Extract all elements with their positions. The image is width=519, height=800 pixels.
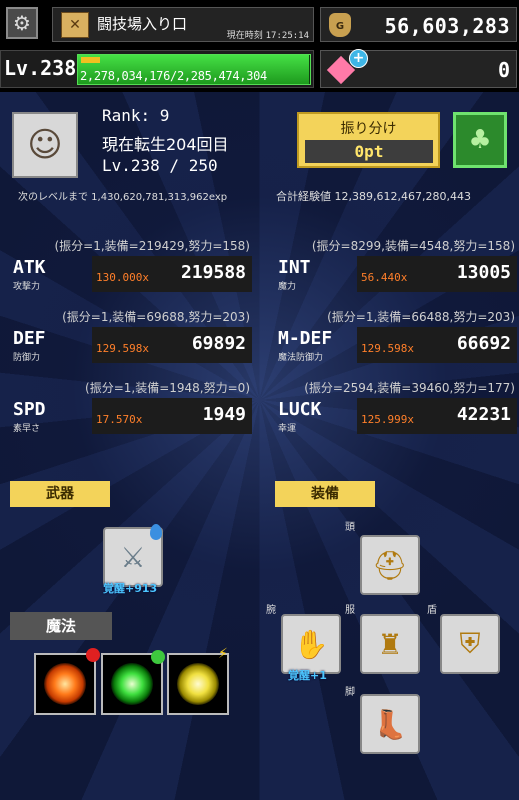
water-element-icon	[150, 524, 162, 540]
total-exp: 合計経験値 12,389,612,467,280,443	[276, 190, 471, 203]
stat-name-m-def: M-DEF	[278, 328, 333, 349]
stat-label-int: 魔力	[278, 282, 297, 292]
stat-label-luck: 幸運	[278, 424, 297, 434]
settings-button[interactable]: ⚙	[6, 7, 38, 39]
shield-slot-label: 盾	[427, 605, 437, 616]
allocate-points: 0pt	[305, 140, 433, 163]
exp-text: 2,278,034,176/2,285,474,304	[80, 69, 267, 83]
stat-note-def: (振分=1,装備=69688,努力=203)	[62, 310, 250, 324]
time-label: 現在時刻	[226, 31, 263, 41]
magic-slot-thunder[interactable]	[167, 653, 229, 715]
stat-multiplier-m-def: 129.598x	[361, 342, 414, 355]
stat-box-m-def: 129.598x 66692	[357, 327, 517, 363]
rank: Rank: 9	[102, 106, 170, 125]
magic-section-label: 魔法	[10, 612, 112, 640]
stat-label-def: 防御力	[13, 353, 41, 363]
stat-multiplier-luck: 125.999x	[361, 413, 414, 426]
gear-icon: ⚙	[13, 11, 31, 35]
head-slot[interactable]: ⛑	[360, 535, 420, 595]
stat-name-atk: ATK	[13, 257, 46, 278]
allocate-button[interactable]: 振り分け 0pt	[297, 112, 440, 168]
stat-value-m-def: 66692	[456, 333, 511, 354]
stat-box-atk: 130.000x 219588	[92, 256, 252, 292]
level-progress: Lv.238 / 250	[102, 156, 218, 175]
stat-note-atk: (振分=1,装備=219429,努力=158)	[54, 239, 250, 253]
leg-slot[interactable]: 👢	[360, 694, 420, 754]
body-slot-label: 服	[345, 605, 355, 616]
shield-icon: ⛨	[459, 627, 481, 660]
weapon-section-label: 武器	[10, 481, 110, 507]
sword-icon: ⚔	[120, 540, 146, 574]
head-slot-label: 頭	[345, 522, 355, 533]
weapon-awaken: 覚醒+913	[103, 582, 158, 595]
arm-slot-label: 腕	[266, 605, 276, 616]
body-slot[interactable]: ♜	[360, 614, 420, 674]
stat-note-int: (振分=8299,装備=4548,努力=158)	[311, 239, 515, 253]
gem-amount: 0	[497, 58, 510, 82]
stat-multiplier-atk: 130.000x	[96, 271, 149, 284]
wind-orb-icon	[111, 663, 153, 705]
lightning-element-icon: ⚡	[218, 646, 228, 662]
gold-display: G 56,603,283	[320, 7, 517, 42]
stat-name-spd: SPD	[13, 399, 46, 420]
wind-element-icon	[151, 650, 165, 664]
exp-bar-highlight	[81, 57, 100, 63]
stat-value-spd: 1949	[202, 404, 246, 425]
stat-label-atk: 攻撃力	[13, 282, 41, 292]
stat-value-int: 13005	[456, 262, 511, 283]
stat-value-atk: 219588	[180, 262, 246, 283]
level-label: Lv.238	[4, 56, 77, 80]
stat-name-def: DEF	[13, 328, 46, 349]
arm-awaken: 覚醒+1	[288, 669, 327, 682]
stat-value-luck: 42231	[456, 404, 511, 425]
level-bar: Lv.238 2,278,034,176/2,285,474,304	[0, 50, 314, 88]
character-avatar[interactable]: ☺	[12, 112, 78, 178]
map-icon: ✕	[61, 12, 89, 38]
next-level-exp: 次のレベルまで 1,430,620,781,313,962exp	[18, 192, 228, 203]
fire-element-icon	[86, 648, 100, 662]
stat-multiplier-spd: 17.570x	[96, 413, 143, 426]
skill-tree-button[interactable]: ♣	[453, 112, 507, 168]
exp-bar: 2,278,034,176/2,285,474,304	[77, 54, 311, 85]
stat-note-m-def: (振分=1,装備=66488,努力=203)	[327, 310, 515, 324]
gauntlet-icon: ✋	[293, 627, 329, 661]
allocate-label: 振り分け	[340, 121, 397, 137]
stat-name-luck: LUCK	[278, 399, 322, 420]
armor-icon: ♜	[377, 627, 403, 661]
stat-box-def: 129.598x 69892	[92, 327, 252, 363]
location-bar[interactable]: ✕ 闘技場入り口 現在時刻 17:25:14	[52, 7, 314, 42]
add-gem-icon[interactable]: +	[349, 49, 368, 68]
gold-amount: 56,603,283	[384, 14, 510, 38]
thunder-orb-icon	[177, 663, 219, 705]
arm-slot[interactable]: ✋	[281, 614, 341, 674]
current-time: 現在時刻 17:25:14	[227, 28, 309, 41]
magic-slot-fire[interactable]	[34, 653, 96, 715]
gem-display[interactable]: + 0	[320, 49, 517, 88]
time-value: 17:25:14	[265, 31, 309, 41]
tree-icon: ♣	[468, 125, 492, 155]
location-name: 闘技場入り口	[97, 15, 188, 33]
character-portrait-icon: ☺	[27, 125, 63, 165]
stat-note-spd: (振分=1,装備=1948,努力=0)	[85, 381, 250, 395]
rebirth-count: 現在転生204回目	[102, 135, 229, 154]
stat-note-luck: (振分=2594,装備=39460,努力=177)	[304, 381, 515, 395]
stat-box-int: 56.440x 13005	[357, 256, 517, 292]
fire-orb-icon	[44, 663, 86, 705]
stat-label-spd: 素早さ	[13, 424, 41, 434]
shield-slot[interactable]: ⛨	[440, 614, 500, 674]
stat-box-luck: 125.999x 42231	[357, 398, 517, 434]
stat-box-spd: 17.570x 1949	[92, 398, 252, 434]
boots-icon: 👢	[372, 707, 408, 741]
stat-label-m-def: 魔法防御力	[278, 353, 324, 363]
stat-name-int: INT	[278, 257, 311, 278]
stat-value-def: 69892	[191, 333, 246, 354]
leg-slot-label: 脚	[345, 687, 355, 698]
stat-multiplier-int: 56.440x	[361, 271, 408, 284]
money-bag-icon: G	[329, 13, 351, 37]
helmet-icon: ⛑	[372, 548, 408, 582]
stat-multiplier-def: 129.598x	[96, 342, 149, 355]
equipment-section-label: 装備	[275, 481, 375, 507]
